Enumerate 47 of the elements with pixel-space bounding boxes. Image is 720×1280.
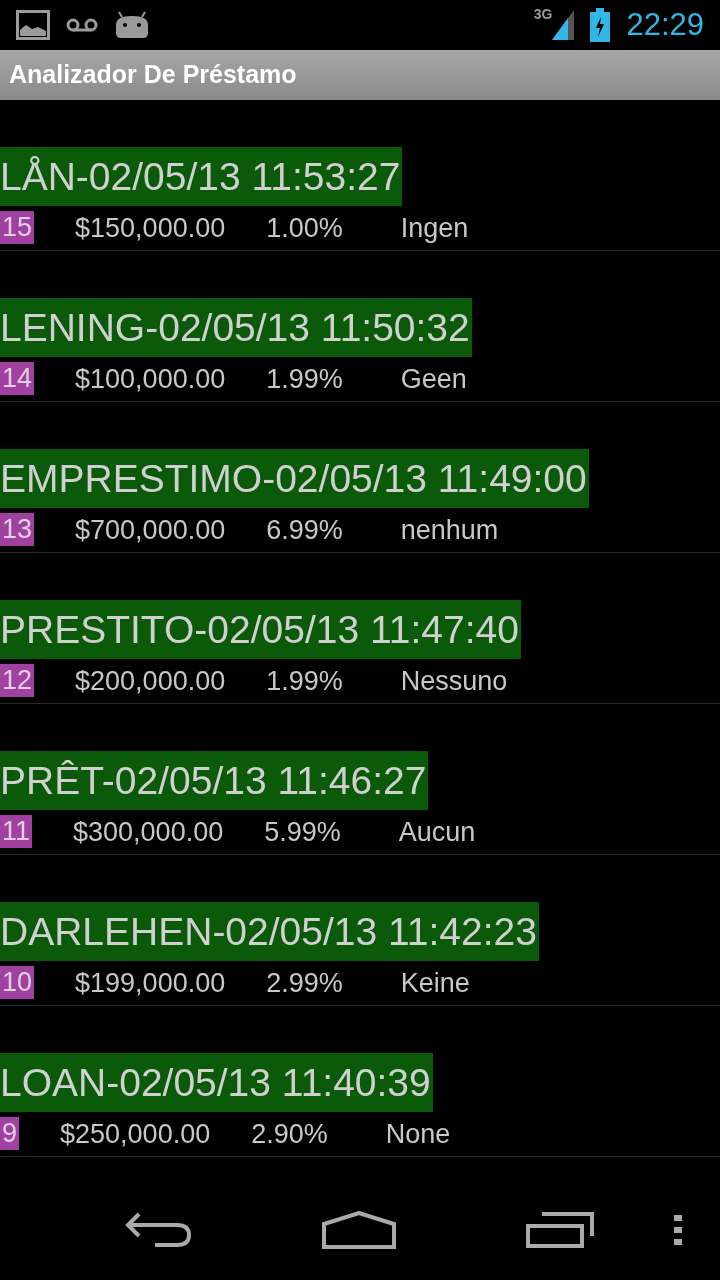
interest-rate: 5.99% <box>264 815 341 849</box>
interest-rate: 2.99% <box>266 966 343 1000</box>
battery-icon <box>590 8 611 42</box>
loan-title[interactable]: EMPRESTIMO-02/05/13 11:49:00 <box>0 449 589 508</box>
loan-amount: $199,000.00 <box>75 966 226 1000</box>
loan-title[interactable]: DARLEHEN-02/05/13 11:42:23 <box>0 902 539 961</box>
loan-number: 9 <box>0 1117 20 1150</box>
android-icon <box>114 11 150 39</box>
interest-rate: 6.99% <box>266 513 343 547</box>
loan-title[interactable]: PRESTITO-02/05/13 11:47:40 <box>0 600 521 659</box>
loan-title[interactable]: LENING-02/05/13 11:50:32 <box>0 298 472 357</box>
loan-amount: $700,000.00 <box>75 513 226 547</box>
interest-rate: 1.99% <box>266 362 343 396</box>
interest-rate: 2.90% <box>251 1117 328 1151</box>
home-icon[interactable] <box>322 1211 396 1249</box>
back-icon[interactable] <box>125 1212 193 1248</box>
loan-detail: Keine <box>400 966 470 1000</box>
picture-icon <box>16 10 50 40</box>
network-type: 3G <box>533 5 553 24</box>
loan-number: 11 <box>0 815 33 848</box>
loan-number: 13 <box>0 513 35 546</box>
loan-detail: Ingen <box>400 211 469 245</box>
loan-detail: Geen <box>400 362 467 396</box>
loan-amount: $100,000.00 <box>75 362 226 396</box>
loan-title[interactable]: LÅN-02/05/13 11:53:27 <box>0 147 403 206</box>
loan-number: 14 <box>0 362 35 395</box>
loan-number: 15 <box>0 211 35 244</box>
interest-rate: 1.00% <box>266 211 343 245</box>
loan-amount: $150,000.00 <box>75 211 226 245</box>
loan-title[interactable]: PRÊT-02/05/13 11:46:27 <box>0 751 429 810</box>
interest-rate: 1.99% <box>266 664 343 698</box>
loan-number: 10 <box>0 966 35 999</box>
app-title: Analizador De Préstamo <box>9 59 297 91</box>
loan-amount: $250,000.00 <box>60 1117 211 1151</box>
loan-number: 12 <box>0 664 35 697</box>
menu-icon[interactable] <box>674 1215 682 1245</box>
recent-apps-icon[interactable] <box>526 1212 594 1248</box>
clock: 22:29 <box>626 5 704 44</box>
signal-icon <box>552 10 575 40</box>
loan-title[interactable]: LOAN-02/05/13 11:40:39 <box>0 1053 433 1112</box>
loan-detail: nenhum <box>400 513 499 547</box>
voicemail-icon <box>66 17 98 33</box>
loan-detail: None <box>385 1117 451 1151</box>
loan-amount: $300,000.00 <box>73 815 224 849</box>
loan-amount: $200,000.00 <box>75 664 226 698</box>
loan-detail: Nessuno <box>400 664 508 698</box>
loan-detail: Aucun <box>398 815 476 849</box>
